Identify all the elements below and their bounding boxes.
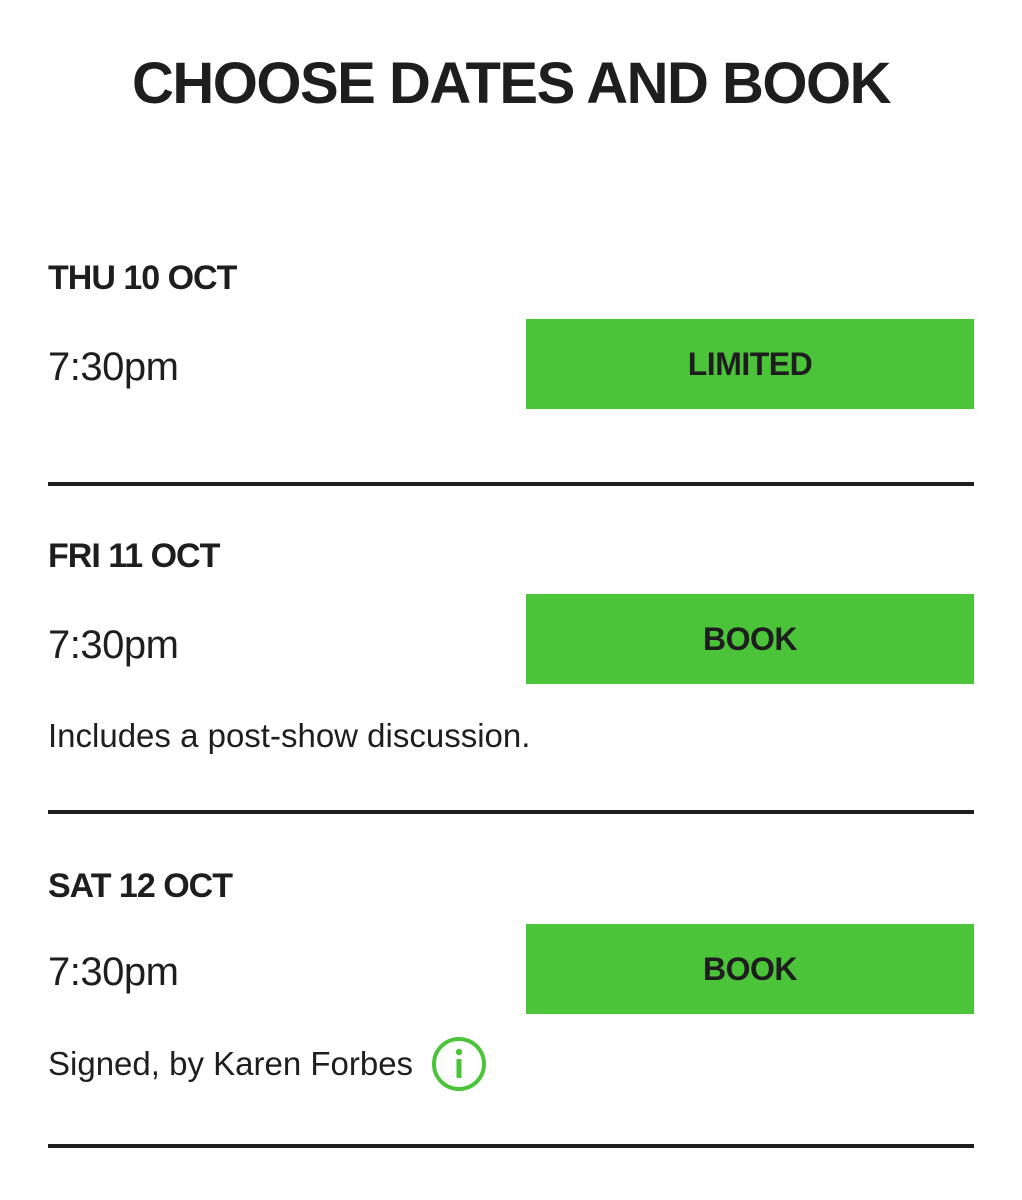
performance-row: FRI 11 OCT 7:30pm BOOK Includes a post-s… (48, 486, 974, 814)
booking-page: CHOOSE DATES AND BOOK THU 10 OCT 7:30pm … (0, 0, 1022, 1200)
performance-row: THU 10 OCT 7:30pm LIMITED (48, 250, 974, 486)
performance-date: SAT 12 OCT (48, 867, 233, 905)
performance-note: Includes a post-show discussion. (48, 716, 530, 756)
page-title: CHOOSE DATES AND BOOK (132, 51, 892, 116)
performance-row: SAT 12 OCT 7:30pm BOOK Signed, by Karen … (48, 814, 974, 1148)
performance-date: FRI 11 OCT (48, 537, 220, 575)
performance-note-text: Signed, by Karen Forbes (48, 1045, 414, 1082)
book-button[interactable]: BOOK (526, 924, 974, 1014)
info-icon[interactable] (431, 1036, 487, 1092)
performance-time: 7:30pm (48, 345, 179, 389)
performance-note-text: Includes a post-show discussion. (48, 717, 531, 754)
performance-date: THU 10 OCT (48, 259, 237, 297)
limited-button[interactable]: LIMITED (526, 319, 974, 409)
performance-note: Signed, by Karen Forbes (48, 1036, 487, 1092)
performance-list: THU 10 OCT 7:30pm LIMITED FRI 11 OCT 7:3… (48, 250, 974, 1148)
performance-time: 7:30pm (48, 623, 179, 667)
book-button[interactable]: BOOK (526, 594, 974, 684)
performance-time: 7:30pm (48, 950, 179, 994)
